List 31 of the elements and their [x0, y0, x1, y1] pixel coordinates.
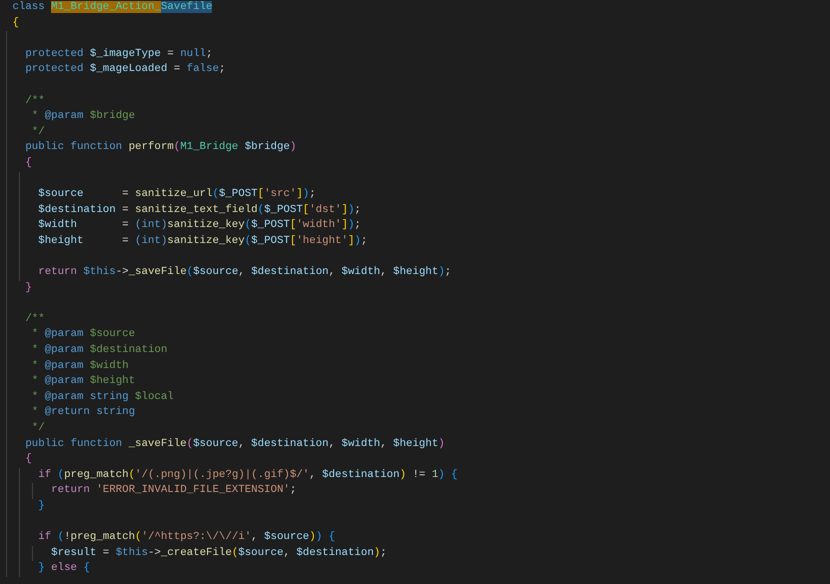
- code-line: /**: [24, 312, 45, 325]
- code-line: } else {: [37, 562, 90, 574]
- code-line: }: [37, 500, 45, 512]
- code-line: $height = (int)sanitize_key($_POST['height']);: [37, 234, 368, 247]
- code-line: */: [30, 126, 45, 138]
- code-line: {: [12, 16, 19, 29]
- code-line: }: [24, 282, 32, 294]
- code-line: * @param $source: [30, 328, 136, 340]
- code-line: $width = (int)sanitize_key($_POST['width']);: [37, 219, 361, 232]
- code-line: {: [24, 453, 32, 466]
- code-line: {: [24, 156, 32, 169]
- code-line: public function _saveFile($source, $destination, $width, $height): [24, 438, 445, 450]
- code-line: if (preg_match('/(.png)|(.jpe?g)|(.gif)$/', $destination) != 1) {: [37, 468, 458, 481]
- code-line: $source = sanitize_url($_POST['src']);: [37, 188, 316, 200]
- code-line: class M1_Bridge_Action_Savefile: [12, 1, 212, 13]
- code-line: public function perform(M1_Bridge $bridge): [24, 141, 296, 154]
- code-line: * @param $height: [30, 375, 136, 388]
- code-line: */: [30, 422, 45, 434]
- code-line: $destination = sanitize_text_field($_POST['dst']);: [37, 204, 361, 216]
- code-line: * @param string $local: [30, 390, 174, 403]
- code-line: * @param $width: [30, 360, 129, 372]
- code-line: * @param $bridge: [30, 110, 136, 122]
- code-line: * @param $destination: [30, 344, 168, 356]
- code-line: $result = $this->_createFile($source, $destination);: [50, 546, 387, 559]
- code-line: /**: [24, 94, 45, 107]
- code-line: protected $_imageType = null;: [24, 48, 212, 60]
- code-line: if (!preg_match('/^https?:\/\//i', $source)) {: [37, 531, 336, 544]
- code-line: return $this->_saveFile($source, $destination, $width, $height);: [37, 266, 452, 278]
- code-line: * @return string: [30, 406, 136, 418]
- code-line: protected $_mageLoaded = false;: [24, 63, 226, 76]
- code-line: return 'ERROR_INVALID_FILE_EXTENSION';: [50, 484, 296, 496]
